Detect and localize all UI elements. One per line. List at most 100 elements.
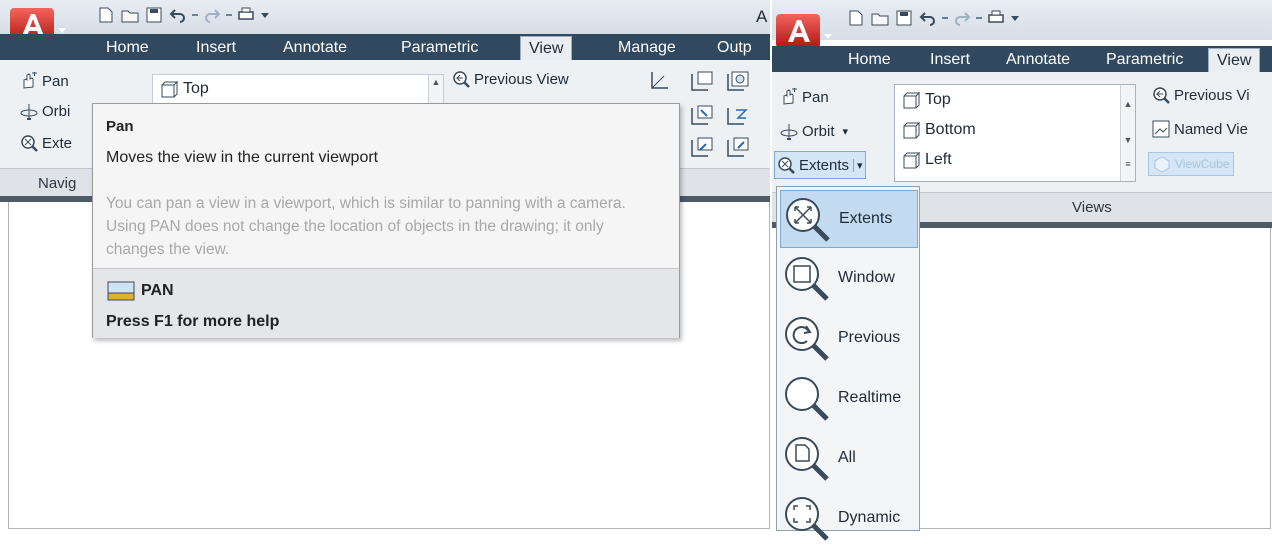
ucs-world-icon[interactable]	[726, 70, 750, 92]
chevron-down-icon[interactable]	[260, 6, 270, 24]
tooltip-footer: PAN Press F1 for more help	[93, 268, 679, 338]
pan-label: Pan	[42, 72, 69, 90]
viewcube-button[interactable]: ViewCube	[1148, 152, 1235, 176]
tab-parametric[interactable]: Parametric	[393, 36, 486, 60]
zoom-all-label: All	[838, 449, 856, 466]
views-list-item[interactable]: Top	[895, 85, 1135, 115]
pan-icon	[783, 88, 797, 105]
tab-insert[interactable]: Insert	[188, 36, 244, 60]
viewcube-label: ViewCube	[1175, 157, 1230, 171]
zoom-all-item[interactable]: All	[780, 430, 916, 486]
ucs-z-icon[interactable]	[726, 104, 750, 126]
previous-view-button[interactable]: Previous View	[452, 70, 569, 88]
orbit-button[interactable]: Orbit ▾	[780, 122, 848, 140]
zoom-realtime-label: Realtime	[838, 389, 902, 406]
named-views-label: Named Vie	[1174, 120, 1248, 138]
ribbon: Pan Orbit ▾ Extents ▾ Top Bottom Left ▲ …	[772, 72, 1272, 192]
views-scrollbar[interactable]: ▲	[428, 75, 443, 103]
zoom-realtime-icon	[785, 377, 829, 421]
zoom-previous-item[interactable]: Previous	[780, 310, 916, 366]
extents-button[interactable]: Exte	[20, 134, 72, 152]
named-views-button[interactable]: Named Vie	[1152, 120, 1248, 138]
view-top-label: Top	[925, 91, 951, 108]
previous-view-label: Previous View	[474, 70, 569, 88]
views-list[interactable]: Top Bottom Left ▲ ▼ ≡	[894, 84, 1136, 182]
views-list-item[interactable]: Left	[895, 145, 1135, 175]
undo-icon[interactable]	[918, 9, 938, 27]
zoom-extents-icon	[778, 157, 795, 174]
extents-dropdown-arrow[interactable]: ▾	[853, 158, 863, 172]
orbit-icon	[20, 104, 38, 120]
tab-annotate[interactable]: Annotate	[998, 48, 1078, 72]
previous-view-button[interactable]: Previous Vi	[1152, 86, 1250, 104]
app-title: A	[756, 7, 768, 26]
named-views-icon	[1152, 120, 1170, 138]
drawing-area[interactable]	[912, 228, 1271, 529]
zoom-previous-label: Previous	[838, 329, 901, 346]
redo-icon[interactable]	[952, 9, 972, 27]
tab-home[interactable]: Home	[840, 48, 899, 72]
new-file-icon[interactable]	[846, 9, 866, 27]
view-left-label: Left	[925, 151, 952, 168]
plot-icon[interactable]	[986, 9, 1006, 27]
previous-view-icon	[453, 71, 470, 88]
tab-view[interactable]: View	[520, 36, 573, 61]
zoom-dynamic-item[interactable]: Dynamic	[780, 490, 916, 546]
new-file-icon[interactable]	[96, 6, 116, 24]
tab-insert[interactable]: Insert	[922, 48, 978, 72]
ucs-x-icon[interactable]	[690, 104, 714, 126]
zoom-all-icon	[785, 437, 829, 481]
views-scrollbar[interactable]: ▲ ▼ ≡	[1120, 85, 1135, 181]
ucs-view-icon[interactable]	[726, 136, 750, 158]
zoom-previous-icon	[785, 317, 829, 361]
pan-icon	[23, 72, 37, 89]
pan-button[interactable]: Pan	[20, 72, 69, 90]
views-list-item[interactable]: Top	[153, 75, 443, 103]
open-folder-icon[interactable]	[870, 9, 890, 27]
ucs-named-icon[interactable]	[690, 70, 714, 92]
view-left-icon	[903, 151, 921, 169]
tab-parametric[interactable]: Parametric	[1098, 48, 1191, 72]
pan-tooltip: Pan Moves the view in the current viewpo…	[92, 103, 680, 338]
previous-view-icon	[1153, 87, 1170, 104]
zoom-realtime-item[interactable]: Realtime	[780, 370, 916, 426]
save-icon[interactable]	[144, 6, 164, 24]
plot-icon[interactable]	[236, 6, 256, 24]
tab-manage[interactable]: Manage	[610, 36, 684, 60]
quick-access-toolbar	[772, 0, 1272, 40]
tab-annotate[interactable]: Annotate	[275, 36, 355, 60]
views-list[interactable]: Top ▲	[152, 74, 444, 104]
zoom-extents-item[interactable]: Extents	[780, 190, 918, 248]
undo-icon[interactable]	[168, 6, 188, 24]
view-top-icon	[903, 91, 921, 109]
ucs-icon[interactable]	[648, 70, 672, 92]
orbit-label: Orbit	[802, 122, 835, 140]
pan-button[interactable]: Pan	[780, 88, 829, 106]
extents-label: Extents	[799, 156, 850, 174]
redo-icon[interactable]	[202, 6, 222, 24]
tab-home[interactable]: Home	[98, 36, 157, 60]
tab-output[interactable]: Outp	[709, 36, 760, 60]
extents-split-button[interactable]: Extents ▾	[774, 151, 866, 179]
tooltip-help-text: Press F1 for more help	[106, 313, 280, 330]
navigate-panel-label: Navig	[38, 175, 77, 192]
zoom-window-item[interactable]: Window	[780, 250, 916, 306]
tooltip-subtitle: Moves the view in the current viewport	[106, 149, 379, 166]
application-menu-button[interactable]	[774, 10, 836, 50]
tab-view[interactable]: View	[1208, 48, 1261, 73]
zoom-dropdown-menu: Extents Window Previous Realtime All Dyn…	[776, 186, 920, 541]
zoom-extents-icon	[786, 198, 830, 242]
view-top-icon	[161, 80, 179, 98]
view-bottom-icon	[903, 121, 921, 139]
save-icon[interactable]	[894, 9, 914, 27]
previous-view-label: Previous Vi	[1174, 86, 1250, 104]
viewcube-icon	[1154, 156, 1170, 173]
zoom-window-icon	[785, 257, 829, 301]
open-folder-icon[interactable]	[120, 6, 140, 24]
views-list-item[interactable]: Bottom	[895, 115, 1135, 145]
ucs-origin-icon[interactable]	[690, 136, 714, 158]
orbit-button[interactable]: Orbi	[20, 102, 70, 120]
zoom-window-label: Window	[838, 269, 895, 286]
chevron-down-icon[interactable]	[1010, 9, 1020, 27]
orbit-dropdown-arrow[interactable]: ▾	[843, 125, 849, 138]
